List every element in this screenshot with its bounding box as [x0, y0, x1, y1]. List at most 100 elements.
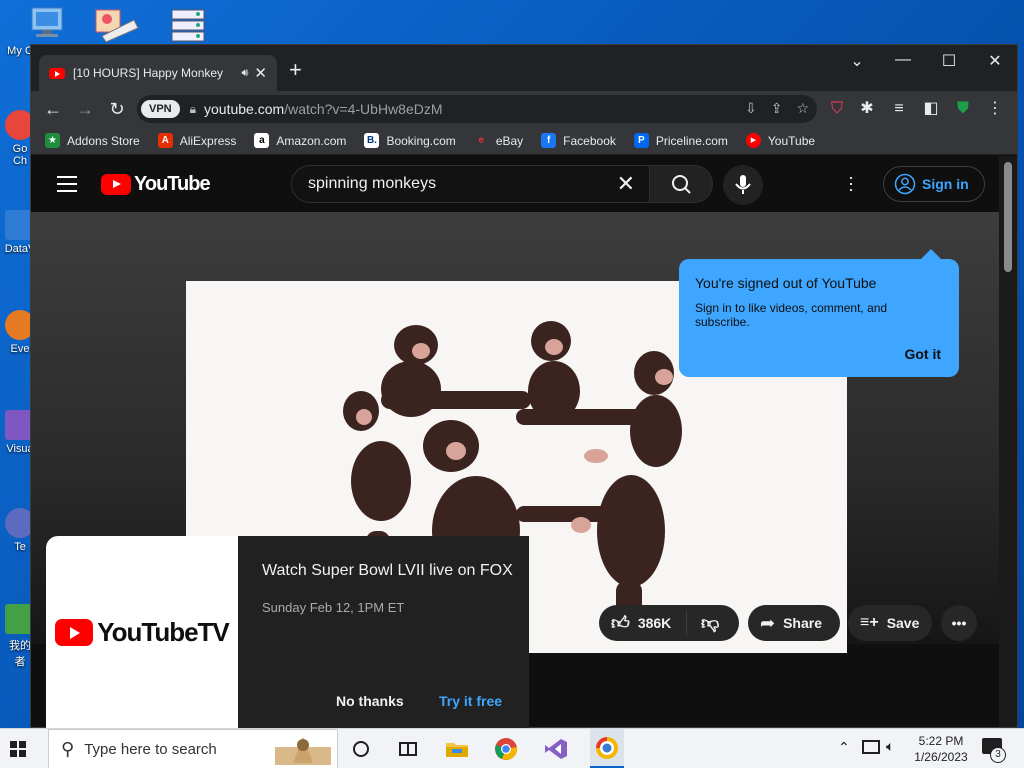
facebook-icon: f — [541, 133, 557, 148]
save-playlist-icon: ≡+ — [860, 614, 879, 631]
page-scrollbar[interactable] — [999, 156, 1017, 727]
tab-search-icon[interactable]: ⌄ — [837, 51, 877, 71]
lock-icon[interactable]: 🔒︎ — [190, 102, 196, 117]
bookmark-addons-store[interactable]: ★ Addons Store — [45, 133, 140, 148]
ebay-icon: e — [473, 133, 489, 148]
chrome-icon[interactable] — [494, 737, 520, 761]
search-highlight-icon — [275, 737, 331, 765]
install-app-icon[interactable]: ⇩ — [745, 100, 757, 117]
youtube-icon: ▶ — [745, 133, 761, 148]
show-hidden-icons-chevron-icon[interactable]: ⌃ — [838, 739, 850, 756]
youtube-logo[interactable]: YouTube — [101, 173, 211, 196]
like-dislike-group: 👍︎ 386K 👎︎ — [599, 605, 739, 641]
got-it-button[interactable]: Got it — [904, 346, 941, 362]
more-actions-button[interactable]: ••• — [941, 605, 977, 641]
share-page-icon[interactable]: ⇪ — [771, 100, 783, 117]
extensions-puzzle-icon[interactable]: ✱ — [857, 99, 877, 119]
side-panel-icon[interactable]: ◧ — [921, 99, 941, 119]
try-it-free-button[interactable]: Try it free — [439, 693, 502, 709]
clock-date: 1/26/2023 — [914, 750, 968, 764]
scanner-app-icon[interactable] — [92, 6, 142, 46]
thumbs-down-icon[interactable]: 👎︎ — [687, 612, 719, 634]
browser-tab[interactable]: [10 HOURS] Happy Monkey 🔊︎ ✕ — [39, 55, 277, 91]
amazon-icon: a — [254, 133, 270, 148]
taskbar-search-placeholder: Type here to search — [84, 740, 217, 758]
taskbar-clock[interactable]: 5:22 PM 1/26/2023 — [911, 733, 971, 765]
youtube-tv-logo: YouTubeTV — [46, 536, 238, 728]
share-button[interactable]: ➦ Share — [748, 605, 840, 641]
settings-more-icon[interactable]: · · · — [843, 168, 859, 198]
bookmark-label: eBay — [495, 133, 524, 148]
signed-out-tooltip: You're signed out of YouTube Sign in to … — [679, 249, 959, 377]
youtube-tv-play-icon — [55, 618, 94, 646]
voice-search-button[interactable] — [723, 165, 763, 205]
server-app-icon[interactable] — [170, 6, 220, 46]
account-icon — [894, 173, 916, 195]
desktop-icon-label: My C — [7, 45, 33, 57]
media-control-icon[interactable]: ≡ — [889, 99, 909, 119]
share-arrow-icon: ➦ — [760, 612, 776, 633]
windows-start-icon[interactable] — [10, 741, 26, 757]
network-icon[interactable] — [862, 740, 880, 754]
address-bar[interactable]: VPN 🔒︎ youtube.com /watch?v=4-UbHw8eDzM … — [137, 95, 817, 123]
menu-hamburger-icon[interactable] — [57, 176, 77, 192]
like-count: 386K — [637, 615, 672, 631]
more-horizontal-icon: ••• — [951, 615, 967, 631]
youtube-tv-promo: YouTubeTV Watch Super Bowl LVII live on … — [46, 536, 529, 728]
task-view-circle-icon[interactable] — [350, 737, 376, 761]
taskbar-search-input[interactable]: ⚲ Type here to search — [48, 729, 338, 768]
bookmark-facebook[interactable]: f Facebook — [541, 133, 616, 148]
search-icon — [672, 175, 691, 194]
save-button[interactable]: ≡+ Save — [848, 605, 932, 641]
bookmark-booking[interactable]: B. Booking.com — [364, 133, 456, 148]
url-path: /watch?v=4-UbHw8eDzM — [284, 101, 443, 117]
priceline-icon: P — [633, 133, 649, 148]
close-window-button[interactable]: ✕ — [975, 51, 1015, 71]
youtube-favicon-icon — [49, 67, 65, 79]
bookmark-priceline[interactable]: P Priceline.com — [633, 133, 728, 148]
desktop-icon-label: Te — [14, 541, 26, 553]
browser-menu-icon[interactable]: ⋮ — [985, 99, 1005, 119]
like-button[interactable]: 👍︎ 386K — [599, 611, 687, 635]
promo-title: Watch Super Bowl LVII live on FOX — [262, 562, 513, 579]
minimize-button[interactable]: — — [883, 51, 923, 69]
new-tab-button[interactable]: + — [289, 59, 302, 81]
no-thanks-button[interactable]: No thanks — [336, 693, 404, 709]
scrollbar-thumb[interactable] — [1004, 162, 1012, 272]
bookmark-star-icon[interactable]: ☆ — [796, 100, 809, 117]
vpn-badge[interactable]: VPN — [141, 100, 180, 118]
maximize-button[interactable]: ☐ — [929, 51, 969, 71]
clear-search-icon[interactable]: ✕ — [617, 171, 635, 197]
save-label: Save — [886, 615, 920, 631]
file-explorer-icon[interactable] — [444, 737, 470, 761]
aliexpress-icon: A — [157, 133, 173, 148]
youtube-header: YouTube spinning monkeys ✕ · · · Sign in — [31, 156, 1001, 212]
search-input[interactable]: spinning monkeys ✕ — [291, 165, 649, 203]
back-arrow-icon[interactable]: ← — [37, 99, 69, 120]
visual-studio-icon[interactable] — [543, 737, 569, 761]
bookmark-aliexpress[interactable]: A AliExpress — [157, 133, 236, 148]
addons-icon: ★ — [45, 133, 60, 148]
forward-arrow-icon[interactable]: → — [69, 99, 101, 120]
volume-icon[interactable]: 🔈︎ — [886, 738, 894, 755]
thumbs-up-icon: 👍︎ — [611, 613, 630, 633]
search-query: spinning monkeys — [308, 175, 437, 192]
extension-shield-icon[interactable]: ⛉ — [827, 99, 847, 119]
speaker-icon[interactable]: 🔊︎ — [241, 67, 248, 80]
tab-title: [10 HOURS] Happy Monkey — [73, 66, 224, 80]
microphone-icon — [735, 175, 751, 194]
bookmark-amazon[interactable]: a Amazon.com — [254, 133, 346, 148]
security-shield-icon[interactable]: ⛊ — [953, 99, 973, 119]
bookmark-youtube[interactable]: ▶ YouTube — [745, 133, 815, 148]
search-icon: ⚲ — [61, 738, 75, 759]
active-browser-taskbar-icon[interactable] — [590, 729, 624, 768]
bookmark-ebay[interactable]: e eBay — [473, 133, 524, 148]
reload-icon[interactable]: ↻ — [101, 99, 133, 120]
search-button[interactable] — [649, 165, 713, 203]
promo-subtitle: Sunday Feb 12, 1PM ET — [262, 600, 405, 615]
widgets-icon[interactable] — [396, 737, 422, 761]
close-tab-icon[interactable]: ✕ — [254, 64, 267, 82]
bookmark-label: Facebook — [563, 133, 616, 148]
bookmarks-bar: ★ Addons Store A AliExpress a Amazon.com B.… — [31, 127, 1017, 155]
sign-in-button[interactable]: Sign in — [883, 166, 985, 202]
